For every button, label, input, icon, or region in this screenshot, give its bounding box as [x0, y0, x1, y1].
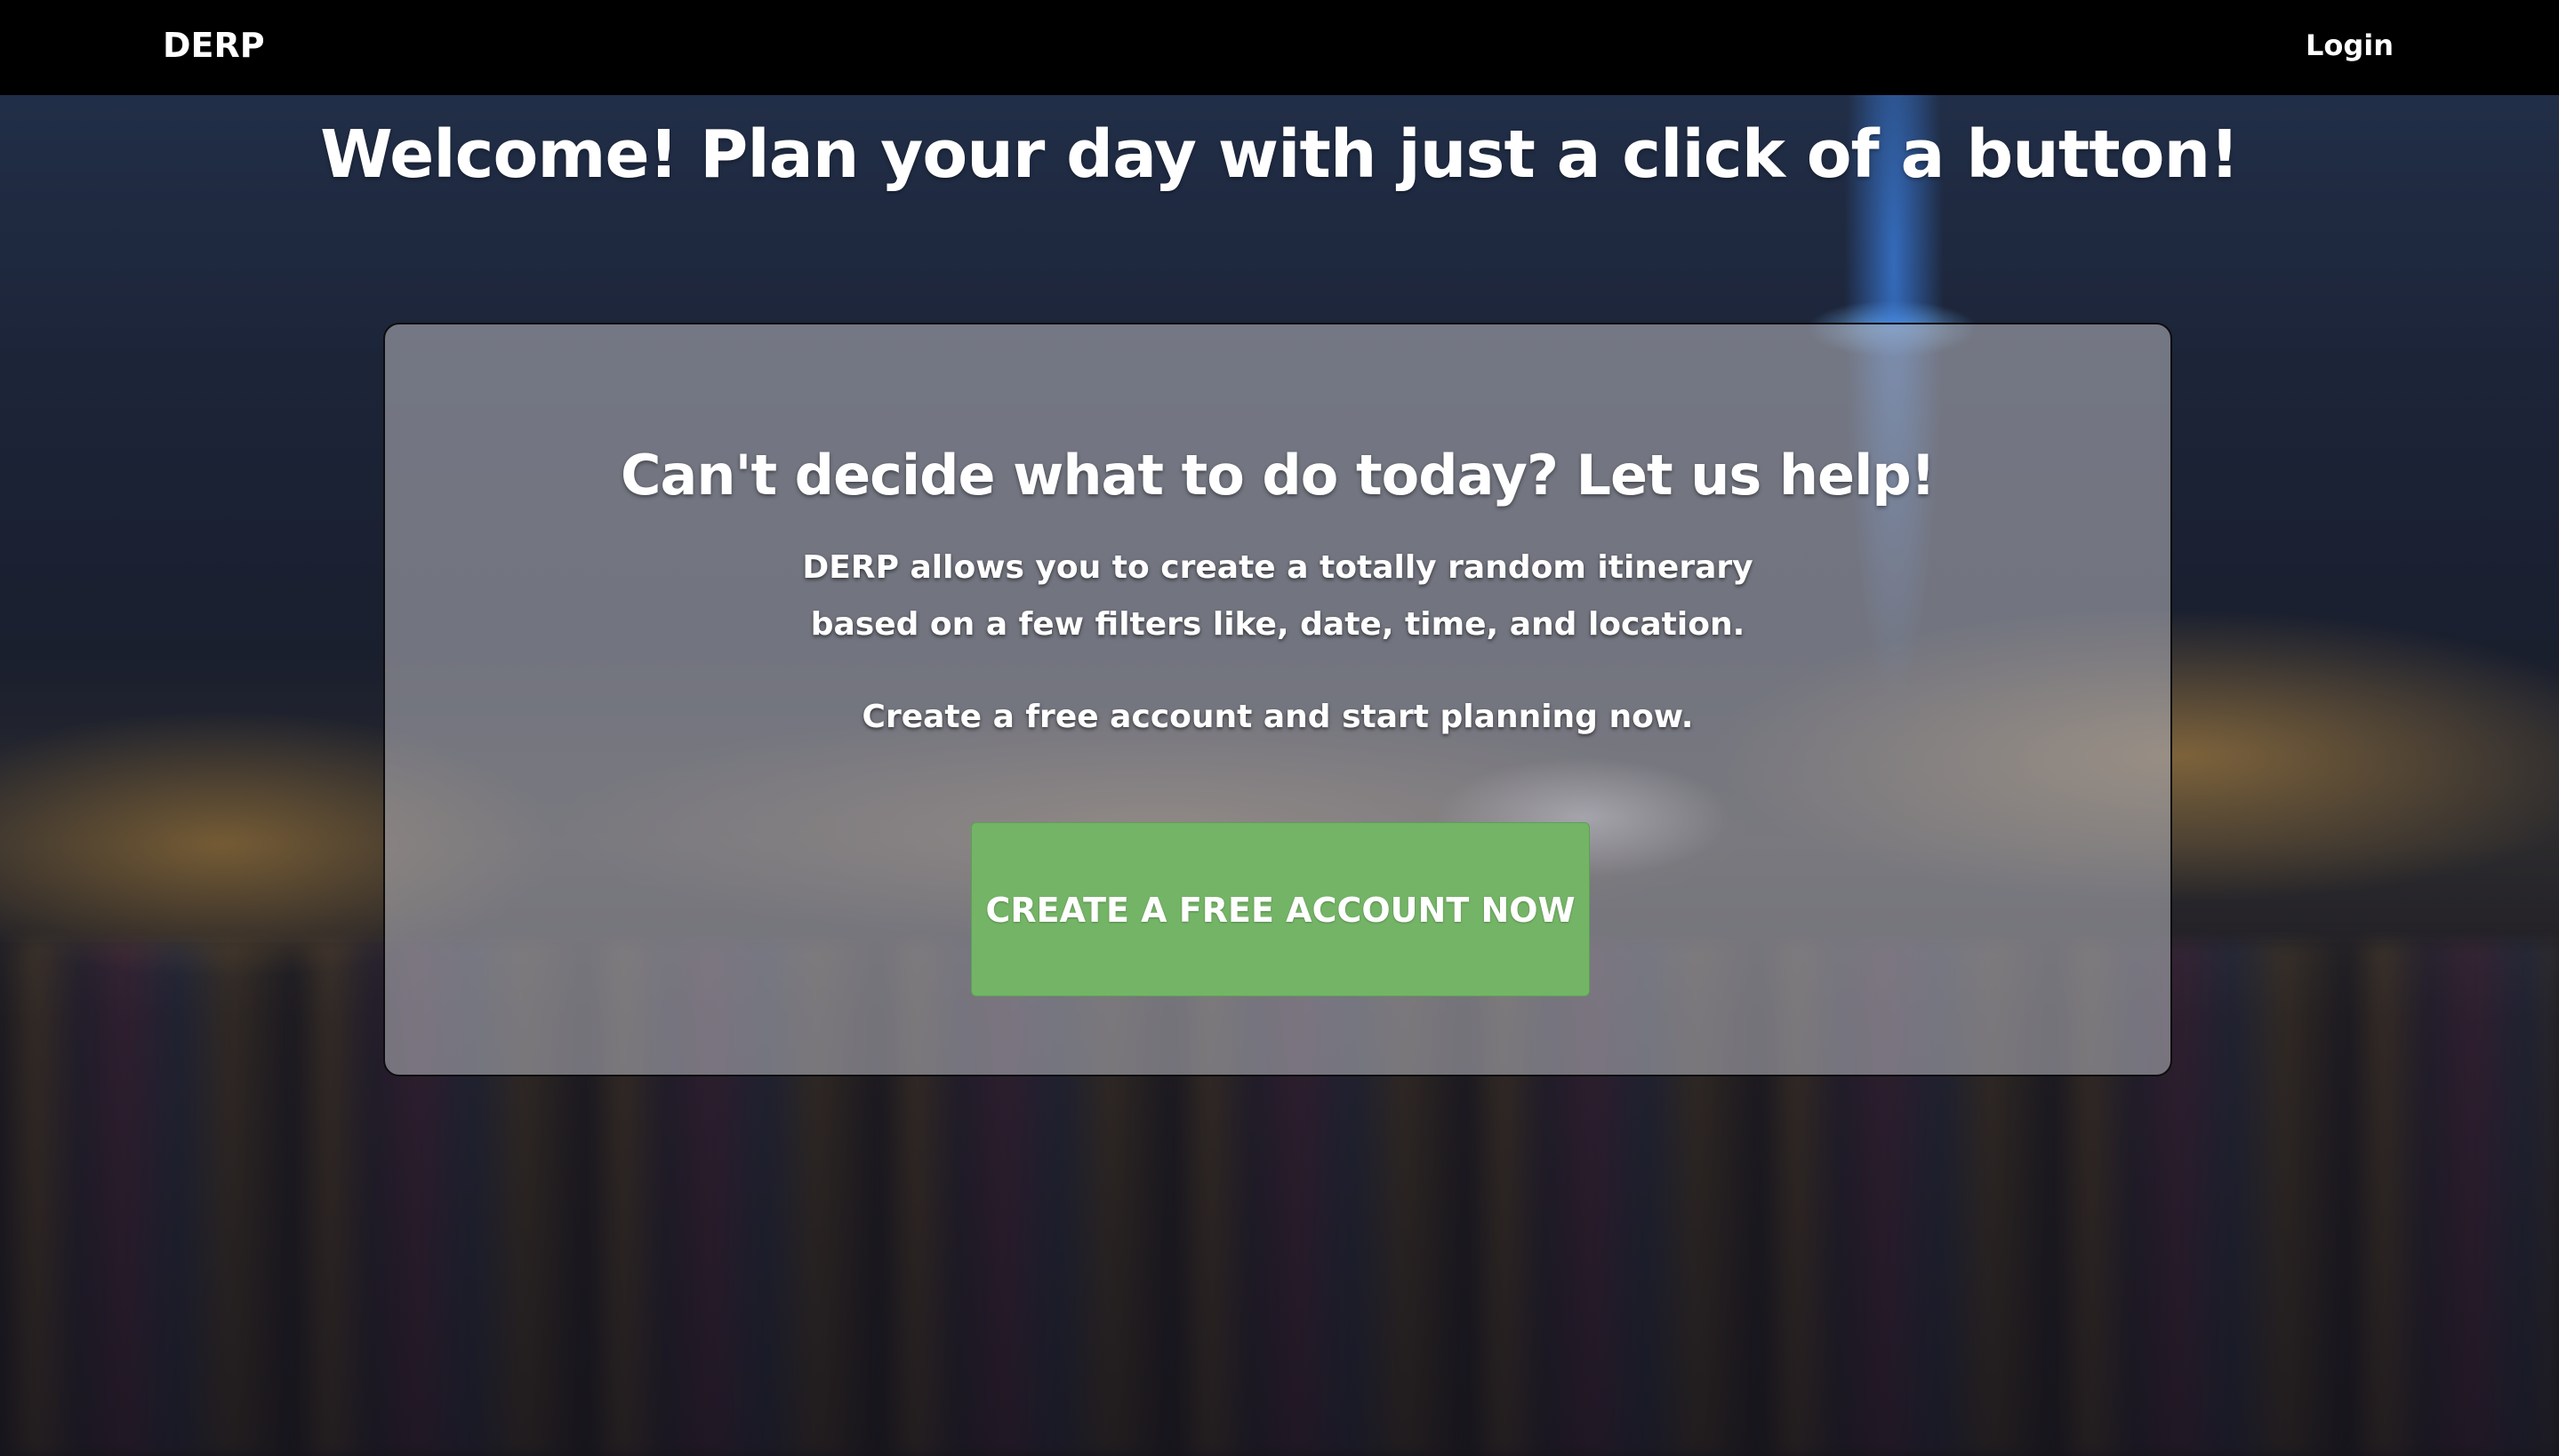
hero-title: Welcome! Plan your day with just a click…	[320, 116, 2240, 193]
top-navbar: DERP Login	[0, 0, 2559, 95]
landing-page: DERP Login Welcome! Plan your day with j…	[0, 0, 2559, 1456]
card-heading: Can't decide what to do today? Let us he…	[621, 443, 1936, 508]
card-description-line1: DERP allows you to create a totally rand…	[802, 549, 1753, 586]
brand-logo-link[interactable]: DERP	[163, 25, 265, 66]
card-description-line2: based on a few filters like, date, time,…	[810, 606, 1745, 643]
card-description: DERP allows you to create a totally rand…	[385, 540, 2170, 653]
card-cta-text: Create a free account and start planning…	[862, 699, 1694, 735]
create-account-button[interactable]: CREATE A FREE ACCOUNT NOW	[971, 822, 1590, 996]
login-link[interactable]: Login	[2306, 27, 2394, 64]
info-card: Can't decide what to do today? Let us he…	[383, 323, 2172, 1076]
